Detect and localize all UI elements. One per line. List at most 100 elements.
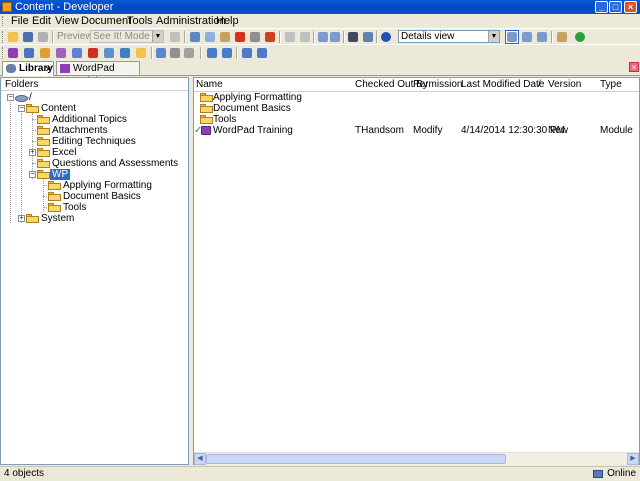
folder-icon bbox=[48, 203, 61, 212]
undo-icon[interactable] bbox=[283, 30, 297, 44]
tree-node-wp-applying-formatting[interactable]: Applying Formatting bbox=[1, 180, 188, 191]
collapse-icon[interactable]: − bbox=[29, 171, 36, 178]
tree-node-wp-tools[interactable]: Tools bbox=[1, 202, 188, 213]
menu-edit[interactable]: Edit bbox=[30, 15, 53, 27]
tree-node-attachments[interactable]: Attachments bbox=[1, 125, 188, 136]
paste-icon[interactable] bbox=[218, 30, 232, 44]
new-package-icon[interactable] bbox=[54, 46, 68, 60]
list-row[interactable]: ✓ WordPad Training THandsom Modify 4/14/… bbox=[194, 125, 639, 136]
outline-icon[interactable] bbox=[182, 46, 196, 60]
column-header-version[interactable]: Version bbox=[548, 78, 581, 91]
preview-button[interactable]: Preview bbox=[57, 30, 93, 43]
tree-node-label: Editing Techniques bbox=[52, 136, 136, 147]
column-header-permission[interactable]: Permission bbox=[413, 78, 462, 91]
zoom-out-icon[interactable] bbox=[328, 30, 342, 44]
tree-node-questions[interactable]: Questions and Assessments bbox=[1, 158, 188, 169]
chevron-down-icon[interactable]: ▼ bbox=[152, 31, 163, 42]
folder-icon bbox=[37, 148, 50, 157]
list-view-icon[interactable] bbox=[520, 30, 534, 44]
sort-indicator: / bbox=[538, 79, 541, 90]
spelling-icon[interactable] bbox=[361, 30, 375, 44]
capture-icon[interactable] bbox=[168, 30, 182, 44]
column-header-last-modified[interactable]: Last Modified Date bbox=[461, 78, 544, 91]
window-title: Content - Developer bbox=[15, 1, 114, 13]
list-row[interactable]: Tools bbox=[194, 114, 639, 125]
tree-node-editing-techniques[interactable]: Editing Techniques bbox=[1, 136, 188, 147]
menu-help[interactable]: Help bbox=[214, 15, 241, 27]
close-pane-icon[interactable]: × bbox=[629, 62, 639, 72]
view-combo[interactable]: Details view ▼ bbox=[398, 30, 500, 43]
copy-icon[interactable] bbox=[203, 30, 217, 44]
dropdown-icon[interactable] bbox=[168, 46, 182, 60]
tab-wordpad-training[interactable]: WordPad Training bbox=[56, 61, 140, 87]
refresh-icon[interactable] bbox=[573, 30, 587, 44]
column-header-type[interactable]: Type bbox=[600, 78, 622, 91]
new-topic-icon[interactable] bbox=[38, 46, 52, 60]
tree-node-additional-topics[interactable]: Additional Topics bbox=[1, 114, 188, 125]
properties-icon[interactable] bbox=[248, 30, 262, 44]
scroll-thumb[interactable] bbox=[206, 454, 506, 464]
tree-node-content[interactable]: − Content bbox=[1, 103, 188, 114]
scroll-right-icon[interactable]: ▶ bbox=[627, 453, 639, 465]
tree-node-root[interactable]: − / bbox=[1, 92, 188, 103]
split-view-icon[interactable] bbox=[535, 30, 549, 44]
collapse-icon[interactable]: − bbox=[18, 105, 25, 112]
new-module-icon[interactable] bbox=[6, 46, 20, 60]
tree-node-wp[interactable]: − WP bbox=[1, 169, 188, 180]
list-row[interactable]: Document Basics bbox=[194, 103, 639, 114]
save-icon[interactable] bbox=[21, 30, 35, 44]
library-icon bbox=[6, 64, 16, 73]
tree-node-wp-document-basics[interactable]: Document Basics bbox=[1, 191, 188, 202]
move-up-icon[interactable] bbox=[205, 46, 219, 60]
details-view-icon[interactable] bbox=[505, 30, 519, 44]
new-question-icon[interactable] bbox=[102, 46, 116, 60]
menu-tools[interactable]: Tools bbox=[125, 15, 155, 27]
tree-node-system[interactable]: + System bbox=[1, 213, 188, 224]
binoculars-icon[interactable] bbox=[346, 30, 360, 44]
menu-view[interactable]: View bbox=[53, 15, 81, 27]
new-folder-icon[interactable] bbox=[134, 46, 148, 60]
close-button[interactable]: × bbox=[624, 1, 637, 13]
tree-node-label: WP bbox=[50, 169, 71, 180]
open-folder-icon[interactable] bbox=[6, 30, 20, 44]
expand-icon[interactable]: + bbox=[29, 149, 36, 156]
close-tab-icon[interactable]: × bbox=[46, 63, 51, 76]
view-combo-value: Details view bbox=[401, 31, 455, 42]
scroll-left-icon[interactable]: ◀ bbox=[194, 453, 206, 465]
folder-icon bbox=[37, 137, 50, 146]
new-section-icon[interactable] bbox=[22, 46, 36, 60]
chevron-down-icon[interactable]: ▼ bbox=[488, 31, 499, 42]
menu-file[interactable]: File bbox=[9, 15, 31, 27]
minimize-button[interactable]: _ bbox=[595, 1, 608, 13]
row-name: Tools bbox=[213, 114, 237, 125]
find-replace-icon[interactable] bbox=[263, 30, 277, 44]
move-down-icon[interactable] bbox=[220, 46, 234, 60]
check-in-icon[interactable] bbox=[240, 46, 254, 60]
list-row[interactable]: Applying Formatting bbox=[194, 92, 639, 103]
library-root-icon bbox=[15, 93, 28, 102]
tree-node-label: Document Basics bbox=[63, 191, 141, 202]
horizontal-scrollbar[interactable]: ◀ ▶ bbox=[194, 452, 639, 465]
print-icon[interactable] bbox=[36, 30, 50, 44]
new-glossary-icon[interactable] bbox=[70, 46, 84, 60]
tree-node-label: Content bbox=[41, 103, 77, 114]
mode-combo[interactable]: See It! Mode ▼ bbox=[90, 30, 164, 43]
expand-icon[interactable]: + bbox=[18, 215, 25, 222]
collapse-icon[interactable]: − bbox=[7, 94, 14, 101]
delete-icon[interactable] bbox=[233, 30, 247, 44]
check-out-icon[interactable] bbox=[255, 46, 269, 60]
menu-grip[interactable] bbox=[2, 16, 6, 26]
new-roles-icon[interactable] bbox=[86, 46, 100, 60]
cut-icon[interactable] bbox=[188, 30, 202, 44]
column-header-name[interactable]: Name bbox=[196, 78, 223, 91]
export-icon[interactable] bbox=[555, 30, 569, 44]
tab-library[interactable]: Library × bbox=[2, 61, 54, 76]
new-assessment-icon[interactable] bbox=[118, 46, 132, 60]
menu-bar: File Edit View Document Tools Administra… bbox=[0, 14, 640, 28]
redo-icon[interactable] bbox=[298, 30, 312, 44]
link-icon[interactable] bbox=[154, 46, 168, 60]
help-icon[interactable] bbox=[379, 30, 393, 44]
folder-tree: − / − Content Additional Topics Attachme… bbox=[1, 92, 188, 464]
tree-node-excel[interactable]: + Excel bbox=[1, 147, 188, 158]
maximize-button[interactable]: □ bbox=[609, 1, 622, 13]
